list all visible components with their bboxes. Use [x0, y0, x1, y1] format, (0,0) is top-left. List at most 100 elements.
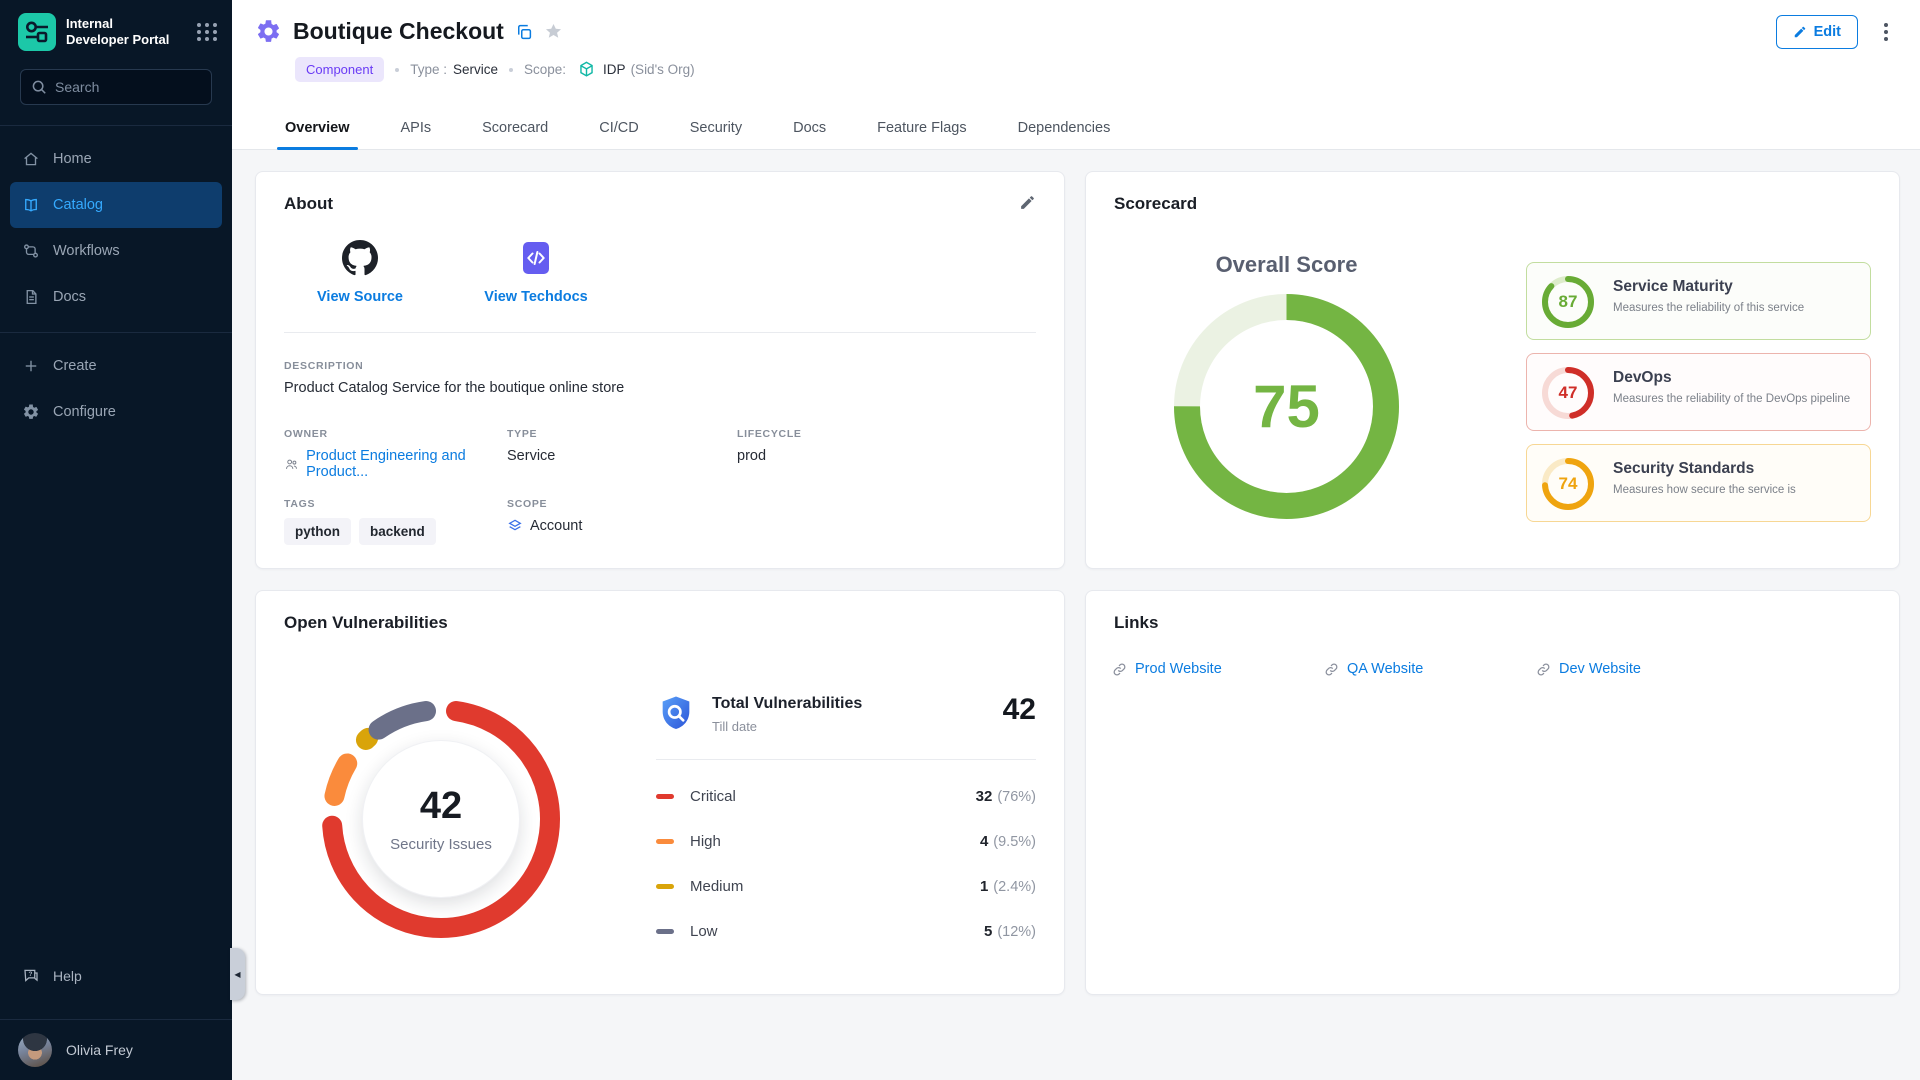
user-name: Olivia Frey [66, 1042, 133, 1058]
description-field: DESCRIPTION Product Catalog Service for … [284, 360, 624, 396]
total-vulnerabilities-row: Total Vulnerabilities Till date 42 [656, 693, 1036, 735]
sidebar: Internal Developer Portal Search Home [0, 0, 232, 1080]
link-icon [1536, 662, 1551, 677]
links-card: Links Prod Website QA Website [1085, 590, 1900, 995]
owner-link[interactable]: Product Engineering and Product... [284, 448, 507, 480]
dev-website-link[interactable]: Dev Website [1536, 661, 1748, 677]
more-options-button[interactable] [1880, 19, 1892, 45]
tab-scorecard[interactable]: Scorecard [480, 108, 550, 150]
tags-field: TAGS python backend [284, 498, 507, 545]
scope-name: IDP [603, 62, 626, 77]
tab-docs[interactable]: Docs [791, 108, 828, 150]
brand-name: Internal Developer Portal [66, 16, 169, 48]
dot-separator [509, 68, 513, 72]
help-chat-icon: ? [22, 967, 40, 985]
help-button[interactable]: ? Help [0, 953, 232, 999]
main-area: Boutique Checkout Component Type : Servi… [232, 0, 1920, 1080]
sidebar-item-docs[interactable]: Docs [10, 274, 222, 320]
legend-row-low: Low 5 (12%) [656, 909, 1036, 954]
internal-developer-portal: Internal Developer Portal Search Home [0, 0, 1920, 1080]
overall-score-value: 75 [1174, 294, 1399, 519]
content-grid: About View Source [232, 150, 1920, 995]
score-gauge: 74 [1542, 458, 1594, 510]
scope-field: SCOPE Account [507, 498, 737, 545]
description-value: Product Catalog Service for the boutique… [284, 380, 624, 396]
sidebar-actions: Create Configure [0, 333, 232, 435]
sidebar-item-create[interactable]: Create [10, 343, 222, 389]
sidebar-item-catalog[interactable]: Catalog [10, 182, 222, 228]
shield-scan-icon [656, 693, 696, 735]
component-gear-icon [255, 18, 282, 45]
sidebar-footer: ? Help Olivia Frey [0, 953, 232, 1080]
tab-security[interactable]: Security [688, 108, 744, 150]
score-gauge: 47 [1542, 367, 1594, 419]
link-icon [1112, 662, 1127, 677]
sidebar-item-home[interactable]: Home [10, 136, 222, 182]
catalog-book-icon [22, 196, 40, 214]
sidebar-item-workflows[interactable]: Workflows [10, 228, 222, 274]
total-vulnerabilities-value: 42 [1003, 693, 1036, 727]
overall-score-donut: 75 [1174, 294, 1399, 519]
github-icon [342, 240, 378, 276]
pencil-icon [1793, 25, 1807, 39]
divider [284, 332, 1036, 333]
qa-website-link[interactable]: QA Website [1324, 661, 1536, 677]
user-menu[interactable]: Olivia Frey [0, 1020, 232, 1080]
scorecard-item-service-maturity[interactable]: 87 Service Maturity Measures the reliabi… [1526, 262, 1871, 340]
type-value: Service [453, 62, 498, 77]
tag-chip[interactable]: backend [359, 518, 436, 545]
sidebar-item-configure[interactable]: Configure [10, 389, 222, 435]
links-title: Links [1114, 613, 1871, 633]
tab-dependencies[interactable]: Dependencies [1016, 108, 1113, 150]
vulnerabilities-card: Open Vulnerabilities 42 Security Issues [255, 590, 1065, 995]
type-field: TYPE Service [507, 428, 737, 480]
workflows-icon [22, 242, 40, 260]
legend-row-high: High 4 (9.5%) [656, 819, 1036, 864]
tab-overview[interactable]: Overview [283, 108, 352, 150]
overall-score-label: Overall Score [1174, 252, 1399, 278]
about-title: About [284, 194, 1036, 214]
about-edit-pencil-icon[interactable] [1019, 194, 1036, 211]
plus-icon [22, 357, 40, 375]
scorecard-title: Scorecard [1114, 194, 1871, 214]
scope-cube-icon [577, 60, 596, 79]
legend-swatch [656, 929, 674, 934]
sidebar-nav: Home Catalog Workflows Docs [0, 126, 232, 320]
legend-swatch [656, 839, 674, 844]
prod-website-link[interactable]: Prod Website [1112, 661, 1324, 677]
tab-feature-flags[interactable]: Feature Flags [875, 108, 968, 150]
search-input[interactable]: Search [20, 69, 212, 105]
link-icon [1324, 662, 1339, 677]
dot-separator [395, 68, 399, 72]
vulnerabilities-donut-center: 42 Security Issues [362, 740, 520, 898]
scorecard-item-devops[interactable]: 47 DevOps Measures the reliability of th… [1526, 353, 1871, 431]
search-placeholder: Search [55, 79, 99, 95]
scorecard-items: 87 Service Maturity Measures the reliabi… [1526, 262, 1871, 522]
account-layers-icon [507, 518, 523, 534]
tab-apis[interactable]: APIs [399, 108, 434, 150]
entity-meta: Component Type : Service Scope: IDP (Sid… [232, 45, 1920, 82]
star-icon[interactable] [544, 22, 563, 41]
tab-bar: Overview APIs Scorecard CI/CD Security D… [232, 108, 1112, 150]
legend-row-critical: Critical 32 (76%) [656, 774, 1036, 819]
scorecard-item-security-standards[interactable]: 74 Security Standards Measures how secur… [1526, 444, 1871, 522]
docs-icon [22, 288, 40, 306]
home-icon [22, 150, 40, 168]
view-techdocs-link[interactable]: View Techdocs [471, 240, 601, 305]
about-card: About View Source [255, 171, 1065, 569]
apps-grid-icon[interactable] [197, 23, 218, 41]
legend-row-medium: Medium 1 (2.4%) [656, 864, 1036, 909]
team-icon [284, 456, 299, 473]
tab-cicd[interactable]: CI/CD [597, 108, 640, 150]
svg-text:?: ? [28, 971, 32, 978]
lifecycle-field: LIFECYCLE prod [737, 428, 1004, 480]
view-source-link[interactable]: View Source [295, 240, 425, 305]
brand-logo-icon [18, 13, 56, 51]
copy-icon[interactable] [515, 23, 533, 41]
avatar [18, 1033, 52, 1067]
scope-org: (Sid's Org) [631, 62, 695, 77]
tag-chip[interactable]: python [284, 518, 351, 545]
vulnerabilities-title: Open Vulnerabilities [284, 613, 1036, 633]
owner-field: OWNER Product Engineering and Product... [284, 428, 507, 480]
edit-button[interactable]: Edit [1776, 15, 1858, 49]
